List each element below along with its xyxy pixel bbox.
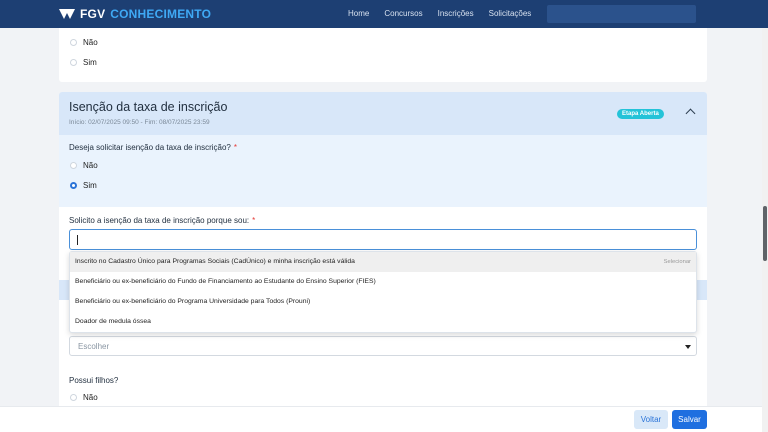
reason-dropdown: Inscrito no Cadastro Único para Programa… xyxy=(69,251,697,333)
children-question-label: Possui filhos? xyxy=(69,376,119,385)
caret-down-icon xyxy=(685,345,691,349)
page-scrollbar[interactable] xyxy=(762,28,768,432)
back-button[interactable]: Voltar xyxy=(634,410,668,429)
radio-option-nao[interactable]: Não xyxy=(70,161,98,170)
question-label: Deseja solicitar isenção da taxa de insc… xyxy=(69,143,237,152)
nav-concursos[interactable]: Concursos xyxy=(384,9,422,18)
radio-option-sim[interactable]: Sim xyxy=(70,58,97,67)
reason-label: Solicito a isenção da taxa de inscrição … xyxy=(69,216,256,225)
main-nav: Home Concursos Inscrições Solicitações xyxy=(348,9,531,18)
reason-input[interactable] xyxy=(69,229,697,250)
previous-question-card: Não Sim xyxy=(59,28,707,82)
required-marker: * xyxy=(233,143,237,152)
fgv-logo[interactable]: FGV CONHECIMENTO xyxy=(59,7,211,21)
save-button[interactable]: Salvar xyxy=(672,410,707,429)
select-hint: Selecionar xyxy=(663,259,691,265)
action-footer: Voltar Salvar xyxy=(0,406,762,432)
logo-fgv-text: FGV xyxy=(80,7,106,21)
fgv-logo-icon xyxy=(59,9,75,19)
radio-label: Não xyxy=(83,161,98,170)
radio-label: Não xyxy=(83,38,98,47)
dropdown-option[interactable]: Beneficiário ou ex-beneficiário do Progr… xyxy=(70,292,696,312)
isencao-header[interactable]: Isenção da taxa de inscrição Início: 02/… xyxy=(59,92,707,135)
status-badge: Etapa Aberta xyxy=(617,109,664,119)
radio-icon xyxy=(70,394,77,401)
radio-option-nao[interactable]: Não xyxy=(70,393,98,402)
radio-icon xyxy=(70,59,77,66)
required-marker: * xyxy=(252,216,256,225)
nav-inscricoes[interactable]: Inscrições xyxy=(438,9,474,18)
radio-label: Não xyxy=(83,393,98,402)
dropdown-option[interactable]: Beneficiário ou ex-beneficiário do Fundo… xyxy=(70,272,696,292)
radio-label: Sim xyxy=(83,58,97,67)
radio-icon xyxy=(70,39,77,46)
radio-icon xyxy=(70,162,77,169)
dropdown-option[interactable]: Inscrito no Cadastro Único para Programa… xyxy=(70,252,696,272)
user-menu[interactable] xyxy=(547,5,696,23)
main-content: Não Sim Isenção da taxa de inscrição Iní… xyxy=(59,28,707,432)
select-placeholder: Escolher xyxy=(78,342,110,351)
radio-option-nao[interactable]: Não xyxy=(70,38,98,47)
dropdown-option[interactable]: Doador de medula óssea xyxy=(70,312,696,332)
isencao-title: Isenção da taxa de inscrição xyxy=(69,100,228,114)
radio-label: Sim xyxy=(83,181,97,190)
nav-solicitacoes[interactable]: Solicitações xyxy=(489,9,532,18)
logo-conhecimento-text: CONHECIMENTO xyxy=(110,7,212,21)
choose-select[interactable]: Escolher xyxy=(69,336,697,356)
chevron-up-icon[interactable] xyxy=(685,108,696,119)
isencao-period: Início: 02/07/2025 09:50 - Fim: 08/07/20… xyxy=(69,119,210,126)
text-caret xyxy=(77,235,78,245)
nav-home[interactable]: Home xyxy=(348,9,369,18)
scrollbar-thumb[interactable] xyxy=(763,206,767,261)
radio-option-sim[interactable]: Sim xyxy=(70,181,97,190)
radio-checked-icon xyxy=(70,182,77,189)
isencao-question-section: Deseja solicitar isenção da taxa de insc… xyxy=(59,135,707,207)
top-navbar: FGV CONHECIMENTO Home Concursos Inscriçõ… xyxy=(0,0,768,28)
